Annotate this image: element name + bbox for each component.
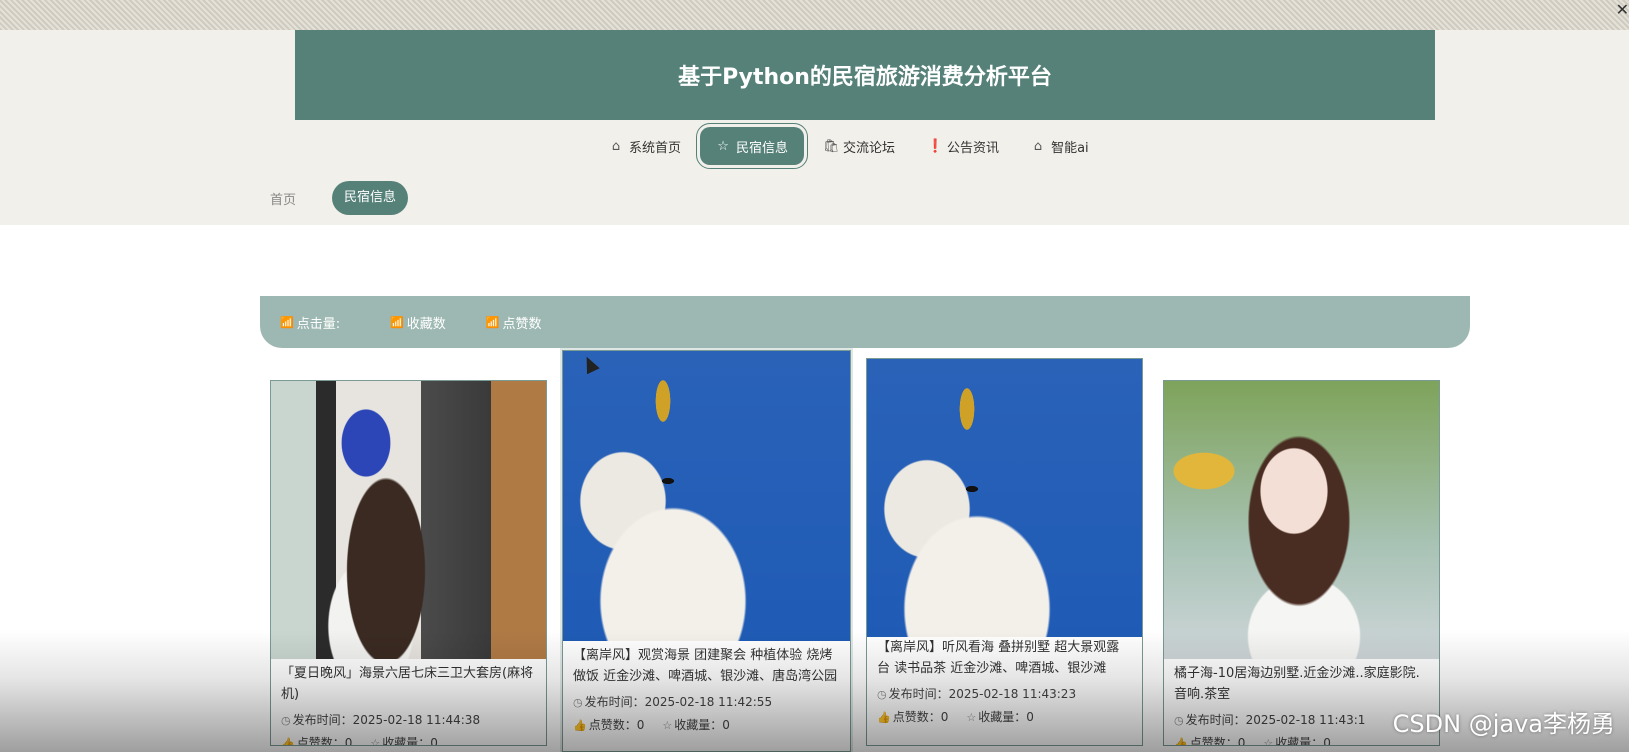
homestay-image[interactable] <box>867 359 1142 637</box>
sort-label: 收藏数 <box>406 316 446 332</box>
main-nav: ⌂ 系统首页 ☆ 民宿信息 🛍 交流论坛 ❗ 公告资讯 ⌂ 智能ai <box>596 123 1108 169</box>
clock-icon: ◷ <box>877 688 887 701</box>
home-icon: ⌂ <box>611 138 621 154</box>
watermark: CSDN @java李杨勇 <box>1392 710 1615 738</box>
chart-icon: 📶 <box>280 315 294 329</box>
publish-time: ◷ 发布时间：2025-02-18 11:43:1 <box>1174 713 1366 727</box>
close-icon[interactable]: ✕ <box>1616 0 1629 19</box>
homestay-image[interactable] <box>271 381 546 659</box>
top-texture-strip <box>0 0 1629 30</box>
thumbs-up-icon: 👍 <box>1174 737 1188 746</box>
card-stats: 👍 点赞数：0 ☆ 收藏量：0 <box>877 710 1034 724</box>
homestay-name: 「夏日晚风」海景六居七床三卫大套房(麻将机) <box>281 666 534 702</box>
sort-label: 点赞数 <box>502 316 542 332</box>
homestay-card[interactable]: 橘子海-10居海边别墅.近金沙滩..家庭影院.音响.茶室 ◷ 发布时间：2025-… <box>1163 380 1440 746</box>
nav-item-smart-ai[interactable]: ⌂ 智能ai <box>1018 127 1102 165</box>
nav-item-label: 系统首页 <box>629 140 682 156</box>
thumbs-up-icon: 👍 <box>573 719 587 732</box>
nav-item-label: 民宿信息 <box>736 140 789 156</box>
site-title-bar: 基于Python的民宿旅游消费分析平台 <box>295 30 1435 120</box>
clock-icon: ◷ <box>281 714 291 727</box>
sort-bar: 📶 点击量: 📶 收藏数 📶 点赞数 <box>260 296 1470 348</box>
clock-icon: ◷ <box>573 696 583 709</box>
homestay-card[interactable]: 「夏日晚风」海景六居七床三卫大套房(麻将机) ◷ 发布时间：2025-02-18 … <box>270 380 547 746</box>
homestay-name: 橘子海-10居海边别墅.近金沙滩..家庭影院.音响.茶室 <box>1174 666 1420 702</box>
homestay-image[interactable] <box>563 351 850 641</box>
nav-item-label: 智能ai <box>1051 140 1089 156</box>
sort-by-likes[interactable]: 📶 点赞数 <box>486 313 542 332</box>
star-icon: ☆ <box>717 138 729 154</box>
site-title: 基于Python的民宿旅游消费分析平台 <box>678 65 1052 90</box>
thumbs-up-icon: 👍 <box>877 711 891 724</box>
card-stats: 👍 点赞数：0 ☆ 收藏量：0 <box>281 734 536 746</box>
nav-item-label: 公告资讯 <box>947 140 1000 156</box>
homestay-card[interactable]: 【离岸风】听风看海 叠拼别墅 超大景观露台 读书品茶 近金沙滩、啤酒城、银沙滩 … <box>866 358 1143 746</box>
sort-by-clicks[interactable]: 📶 点击量: <box>280 313 340 332</box>
card-stats: 👍 点赞数：0 ☆ 收藏量：0 <box>1174 734 1429 746</box>
homestay-card[interactable]: 【离岸风】观赏海景 团建聚会 种植体验 烧烤做饭 近金沙滩、啤酒城、银沙滩、唐岛… <box>562 350 851 752</box>
star-icon: ☆ <box>1263 737 1274 746</box>
chart-icon: 📶 <box>485 315 500 329</box>
homestay-name: 【离岸风】观赏海景 团建聚会 种植体验 烧烤做饭 近金沙滩、啤酒城、银沙滩、唐岛… <box>573 648 838 684</box>
card-stats: 👍 点赞数：0 ☆ 收藏量：0 <box>573 718 730 732</box>
star-icon: ☆ <box>370 737 381 746</box>
nav-item-announcements[interactable]: ❗ 公告资讯 <box>914 127 1012 165</box>
bag-icon: 🛍 <box>823 138 840 154</box>
star-icon: ☆ <box>966 711 977 724</box>
breadcrumb-current: 民宿信息 <box>332 181 409 215</box>
publish-time: ◷ 发布时间：2025-02-18 11:42:55 <box>573 695 773 709</box>
home-icon: ⌂ <box>1033 138 1043 154</box>
star-icon: ☆ <box>662 719 673 732</box>
homestay-name: 【离岸风】听风看海 叠拼别墅 超大景观露台 读书品茶 近金沙滩、啤酒城、银沙滩 <box>877 640 1120 676</box>
nav-item-forum[interactable]: 🛍 交流论坛 <box>810 127 908 165</box>
thumbs-up-icon: 👍 <box>281 737 295 746</box>
breadcrumb-home[interactable]: 首页 <box>270 189 296 208</box>
sort-label: 点击量: <box>296 316 341 332</box>
breadcrumb: 首页 民宿信息 <box>270 181 409 215</box>
publish-time: ◷ 发布时间：2025-02-18 11:43:23 <box>877 687 1077 701</box>
alert-circle-icon: ❗ <box>927 138 944 154</box>
homestay-image[interactable] <box>1164 381 1439 659</box>
nav-item-home[interactable]: ⌂ 系统首页 <box>596 127 694 165</box>
chart-icon: 📶 <box>390 315 404 329</box>
publish-time: ◷ 发布时间：2025-02-18 11:44:38 <box>281 713 481 727</box>
clock-icon: ◷ <box>1174 714 1184 727</box>
nav-item-homestay-info[interactable]: ☆ 民宿信息 <box>696 123 809 169</box>
nav-item-label: 交流论坛 <box>843 140 896 156</box>
sort-by-favorites[interactable]: 📶 收藏数 <box>390 313 446 332</box>
